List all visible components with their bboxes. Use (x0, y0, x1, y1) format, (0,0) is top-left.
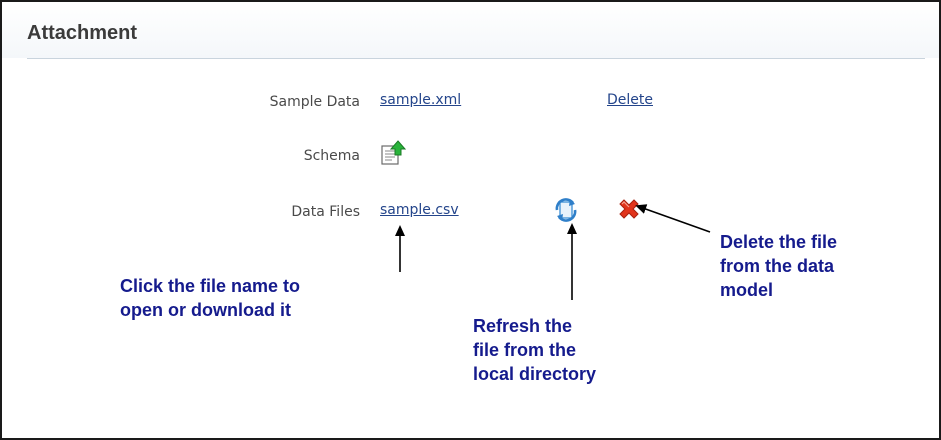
attachment-panel: Attachment Sample Data sample.xml Delete… (0, 0, 941, 440)
filename-annotation: Click the file name to open or download … (120, 274, 300, 322)
refresh-note-line3: local directory (473, 364, 597, 384)
refresh-note-line1: Refresh the (473, 316, 573, 336)
delete-note-line2: from the data (720, 256, 835, 276)
filename-note-line1: Click the file name to (120, 276, 301, 296)
delete-note-line1: Delete the file (720, 232, 838, 252)
refresh-note-line2: file from the (473, 340, 577, 360)
filename-note-line2: open or download it (120, 300, 291, 320)
delete-arrow (635, 204, 711, 233)
refresh-annotation: Refresh the file from the local director… (473, 314, 596, 386)
annotation-arrows (395, 204, 711, 300)
delete-annotation: Delete the file from the data model (720, 230, 837, 302)
delete-note-line3: model (720, 280, 774, 300)
